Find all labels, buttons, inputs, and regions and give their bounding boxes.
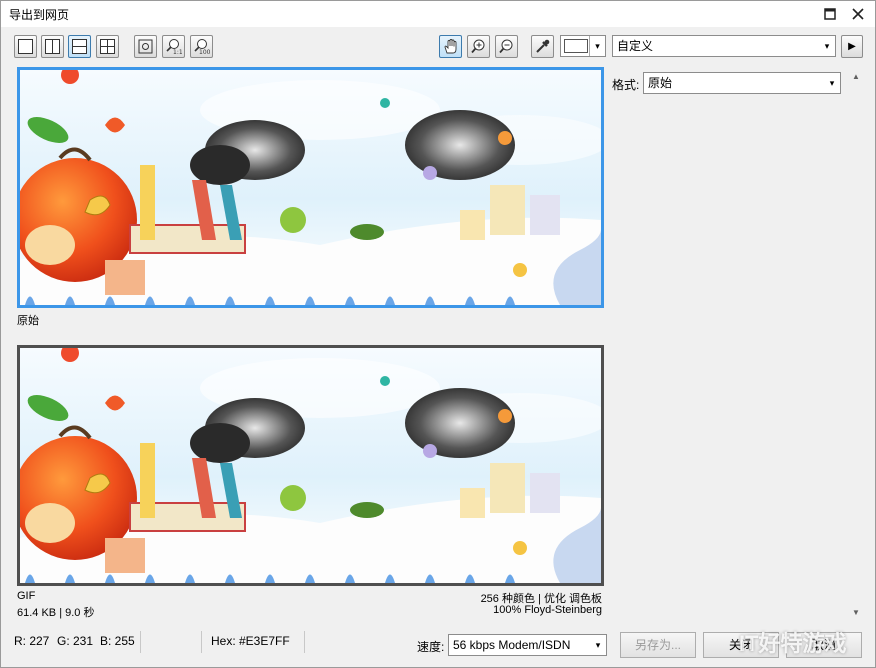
speed-label: 速度: [417, 640, 445, 654]
chevron-down-icon: ▾ [824, 41, 830, 51]
scroll-up-icon[interactable]: ▲ [848, 69, 864, 85]
svg-text:1:1: 1:1 [173, 49, 182, 55]
preview-image-gif [20, 348, 601, 583]
preview-image-original [20, 70, 601, 305]
speed-dropdown[interactable]: 56 kbps Modem/ISDN ▾ [448, 634, 607, 656]
chevron-down-icon: ▾ [829, 78, 835, 88]
preset-menu-button[interactable]: ▶ [841, 35, 863, 58]
close-icon [852, 8, 864, 20]
gif-dither-label: 100% Floyd-Steinberg [493, 604, 602, 616]
zoom-in-icon [471, 39, 485, 54]
split-horizontal-icon [72, 39, 87, 54]
format-value: 原始 [648, 76, 673, 90]
zoom-100-icon: 100 [194, 39, 210, 55]
maximize-icon [824, 8, 836, 20]
eyedropper-icon [536, 39, 550, 53]
speed-value: 56 kbps Modem/ISDN [453, 638, 571, 652]
status-divider [304, 631, 305, 653]
gif-size-time-label: 61.4 KB | 9.0 秒 [17, 607, 95, 619]
save-as-button[interactable]: 另存为... [620, 632, 696, 658]
two-vertical-view-button[interactable] [41, 35, 64, 58]
hex-value: Hex: #E3E7FF [211, 634, 290, 648]
export-to-web-dialog: 导出到网页 1:1 100 ▾ 自定义 ▾ ▶ 原始 GIF 61.4 KB |… [0, 0, 876, 668]
quad-view-icon [100, 39, 115, 54]
scroll-down-icon[interactable]: ▼ [848, 605, 864, 621]
preview-original-label: 原始 [17, 315, 39, 327]
maximize-button[interactable] [819, 4, 841, 24]
status-divider [140, 631, 141, 653]
preview-gif[interactable] [17, 345, 604, 586]
preview-original[interactable] [17, 67, 604, 308]
zoom-out-button[interactable] [495, 35, 518, 58]
zoom-100-button[interactable]: 100 [190, 35, 213, 58]
zoom-out-icon [499, 39, 513, 54]
pan-tool-button[interactable] [439, 35, 462, 58]
chevron-down-icon: ▾ [589, 36, 605, 56]
zoom-1-1-button[interactable]: 1:1 [162, 35, 185, 58]
red-value: R: 227 [14, 634, 50, 648]
four-view-button[interactable] [96, 35, 119, 58]
fit-to-window-button[interactable] [134, 35, 157, 58]
split-vertical-icon [45, 39, 60, 54]
format-label: 格式: [612, 78, 640, 92]
blue-value: B: 255 [100, 634, 135, 648]
single-view-icon [18, 39, 33, 54]
svg-text:100: 100 [199, 49, 210, 55]
play-right-icon: ▶ [848, 41, 856, 52]
settings-scrollbar[interactable]: ▲ ▼ [848, 67, 864, 623]
window-title: 导出到网页 [9, 8, 70, 22]
green-value: G: 231 [57, 634, 94, 648]
title-bar: 导出到网页 [1, 1, 875, 27]
hand-icon [444, 39, 457, 54]
close-window-button[interactable] [847, 4, 869, 24]
two-horizontal-view-button[interactable] [68, 35, 91, 58]
format-dropdown[interactable]: 原始 ▾ [643, 72, 841, 94]
watermark-logo: IT好特游戏 [739, 631, 847, 656]
fit-icon [138, 39, 153, 54]
preset-value: 自定义 [617, 39, 654, 53]
single-view-button[interactable] [14, 35, 37, 58]
zoom-in-button[interactable] [467, 35, 490, 58]
chevron-down-icon: ▾ [595, 640, 601, 650]
eyedropper-button[interactable] [531, 35, 554, 58]
color-swatch-dropdown[interactable]: ▾ [560, 35, 606, 57]
color-swatch [564, 39, 588, 53]
gif-format-label: GIF [17, 590, 36, 602]
status-divider [201, 631, 202, 653]
settings-panel: 格式: 原始 ▾ [607, 65, 863, 623]
preset-dropdown[interactable]: 自定义 ▾ [612, 35, 836, 57]
zoom-actual-icon: 1:1 [166, 39, 182, 55]
